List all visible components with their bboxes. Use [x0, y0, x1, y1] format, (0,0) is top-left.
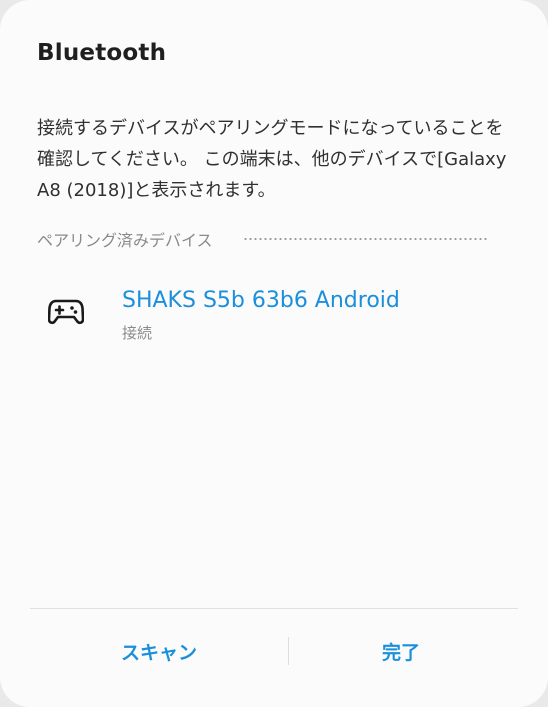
dialog-description: 接続するデバイスがペアリングモードになっていることを確認してください。 この端末…: [37, 118, 507, 201]
device-status: 接続: [122, 324, 153, 342]
bluetooth-dialog: Bluetooth 接続するデバイスがペアリングモードになっていることを確認して…: [0, 0, 548, 707]
button-divider: [30, 608, 518, 609]
done-button[interactable]: 完了: [290, 620, 512, 682]
gamepad-icon: [47, 298, 85, 326]
device-list-item[interactable]: SHAKS S5b 63b6 Android 接続: [30, 276, 500, 354]
paired-devices-label: ペアリング済みデバイス: [37, 231, 213, 250]
paired-devices-header: ペアリング済みデバイス: [37, 226, 489, 252]
dialog-title: Bluetooth: [37, 40, 167, 66]
device-name: SHAKS S5b 63b6 Android: [122, 288, 400, 313]
button-separator: [288, 637, 289, 665]
scanning-progress-indicator: [242, 238, 489, 240]
scan-button[interactable]: スキャン: [30, 620, 288, 682]
